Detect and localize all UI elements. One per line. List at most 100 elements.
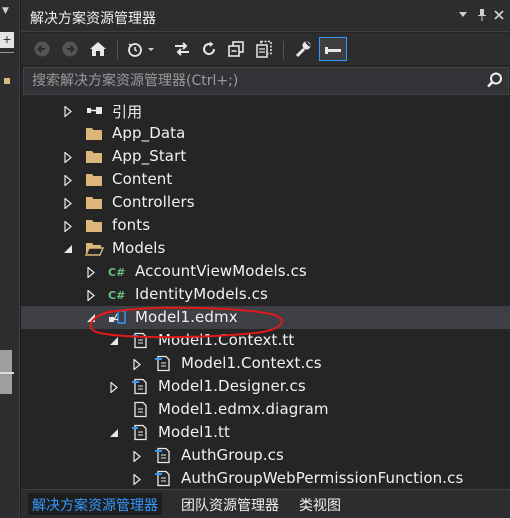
tree-item[interactable]: Model1.edmx.diagram — [21, 398, 510, 421]
collapsed-arrow-icon[interactable] — [109, 381, 119, 394]
expanded-arrow-icon[interactable] — [86, 312, 96, 323]
divider — [0, 52, 14, 56]
tree-item-label: Model1.Context.cs — [181, 354, 322, 372]
search-box[interactable] — [23, 67, 509, 95]
tab-class-view[interactable]: 类视图 — [295, 493, 345, 515]
collapsed-arrow-icon[interactable] — [63, 220, 73, 233]
tree-item[interactable]: C# IdentityModels.cs — [21, 283, 510, 306]
search-input[interactable] — [24, 68, 484, 94]
tree-item[interactable]: fonts — [21, 214, 510, 237]
divider — [0, 372, 14, 374]
tree-item-label: Model1.edmx — [135, 308, 238, 326]
code-file-icon — [153, 447, 173, 464]
home-icon[interactable] — [87, 37, 109, 61]
properties-icon[interactable] — [292, 37, 314, 61]
expanded-arrow-icon[interactable] — [109, 427, 119, 438]
tree-item-label: App_Start — [112, 147, 187, 165]
change-marker — [4, 78, 10, 84]
search-icon[interactable] — [486, 71, 504, 93]
code-file-icon — [153, 355, 173, 372]
tree-item-label: Model1.Designer.cs — [158, 377, 306, 395]
tab-solution-explorer[interactable]: 解决方案资源管理器 — [28, 493, 162, 515]
tree-item-label: App_Data — [112, 124, 186, 142]
tab-team-explorer[interactable]: 团队资源管理器 — [177, 493, 283, 515]
folder-open-icon — [84, 240, 105, 257]
toolbar-separator — [117, 41, 118, 59]
tree-item[interactable]: App_Data — [21, 122, 510, 145]
collapsed-arrow-icon[interactable] — [63, 151, 73, 164]
tree-item-label: Models — [112, 239, 166, 257]
tree-item-label: AuthGroup.cs — [181, 446, 284, 464]
collapse-all-icon[interactable] — [225, 37, 247, 61]
folder-icon — [84, 171, 104, 188]
panel-title: 解决方案资源管理器 — [30, 11, 156, 27]
refresh-icon[interactable] — [198, 37, 220, 61]
text-template-icon — [130, 424, 150, 441]
tree-item[interactable]: C# AccountViewModels.cs — [21, 260, 510, 283]
folder-icon — [84, 148, 104, 165]
tree-item-label: Controllers — [112, 193, 195, 211]
collapsed-arrow-icon[interactable] — [86, 289, 96, 302]
tree-item[interactable]: Content — [21, 168, 510, 191]
tree-item-label: Model1.Context.tt — [158, 331, 295, 349]
tree-item[interactable]: 引用 — [21, 99, 510, 122]
folder-icon — [84, 217, 104, 234]
tree-item-label: Content — [112, 170, 173, 188]
tree-item[interactable]: AuthGroup.cs — [21, 444, 510, 467]
tree-item[interactable]: Model1.tt — [21, 421, 510, 444]
expanded-arrow-icon[interactable] — [63, 243, 73, 254]
solution-explorer-panel: 解决方案资源管理器 搜索解决方案资源管理器(Ctrl+;) 引用 App_Dat… — [21, 0, 510, 518]
text-template-icon — [130, 332, 150, 349]
diagram-file-icon — [130, 401, 150, 418]
collapsed-arrow-icon[interactable] — [63, 174, 73, 187]
tree-item[interactable]: Model1.Designer.cs — [21, 375, 510, 398]
collapsed-arrow-icon[interactable] — [132, 473, 142, 486]
edmx-file-icon — [107, 309, 127, 326]
svg-text:C#: C# — [108, 289, 125, 302]
folder-icon — [84, 194, 104, 211]
bottom-tab-strip: 解决方案资源管理器 团队资源管理器 类视图 — [21, 489, 510, 518]
collapsed-arrow-icon[interactable] — [63, 105, 73, 118]
tree-item-label: fonts — [112, 216, 151, 234]
code-file-icon — [153, 470, 173, 487]
collapsed-arrow-icon[interactable] — [132, 358, 142, 371]
dropdown-arrow-icon[interactable] — [458, 7, 468, 27]
editor-edge-strip: ▼ + — [0, 0, 20, 518]
tree-item-label: Model1.tt — [158, 423, 231, 441]
tree-item[interactable]: App_Start — [21, 145, 510, 168]
tree-item[interactable]: Controllers — [21, 191, 510, 214]
tree-item[interactable]: AuthGroupWebPermissionFunction.cs — [21, 467, 510, 489]
csharp-file-icon: C# — [107, 286, 127, 303]
sync-with-active-document-icon[interactable] — [171, 37, 193, 61]
tree-item[interactable]: Model1.Context.tt — [21, 329, 510, 352]
close-icon[interactable] — [493, 7, 505, 29]
svg-text:C#: C# — [108, 266, 125, 279]
tree-item[interactable]: Model1.edmx — [21, 306, 510, 329]
forward-icon[interactable] — [59, 37, 81, 61]
toolbar — [21, 33, 510, 65]
tree-item[interactable]: Models — [21, 237, 510, 260]
tree-item-label: Model1.edmx.diagram — [158, 400, 329, 418]
back-icon[interactable] — [31, 37, 53, 61]
pin-icon[interactable] — [477, 7, 487, 29]
panel-title-bar: 解决方案资源管理器 — [21, 0, 510, 32]
tree-item-label: 引用 — [112, 103, 143, 121]
csharp-file-icon: C# — [107, 263, 127, 280]
references-icon — [84, 102, 104, 119]
tree-item-label: AccountViewModels.cs — [135, 262, 307, 280]
preview-selected-items-icon[interactable] — [319, 37, 347, 61]
collapsed-arrow-icon[interactable] — [63, 197, 73, 210]
collapsed-arrow-icon[interactable] — [86, 266, 96, 279]
solution-tree: 引用 App_Data App_Start Content Controllers fon… — [21, 99, 510, 489]
tree-item-label: IdentityModels.cs — [135, 285, 268, 303]
collapsed-arrow-icon[interactable] — [132, 450, 142, 463]
code-file-icon — [130, 378, 150, 395]
folder-icon — [84, 125, 104, 142]
tree-item[interactable]: Model1.Context.cs — [21, 352, 510, 375]
expand-button[interactable]: + — [0, 32, 14, 48]
expanded-arrow-icon[interactable] — [109, 335, 119, 346]
dropdown-arrow-icon[interactable]: ▼ — [2, 6, 9, 16]
tree-item-label: AuthGroupWebPermissionFunction.cs — [181, 469, 464, 487]
pending-changes-filter-icon[interactable] — [125, 37, 159, 61]
show-all-files-icon[interactable] — [253, 37, 275, 61]
